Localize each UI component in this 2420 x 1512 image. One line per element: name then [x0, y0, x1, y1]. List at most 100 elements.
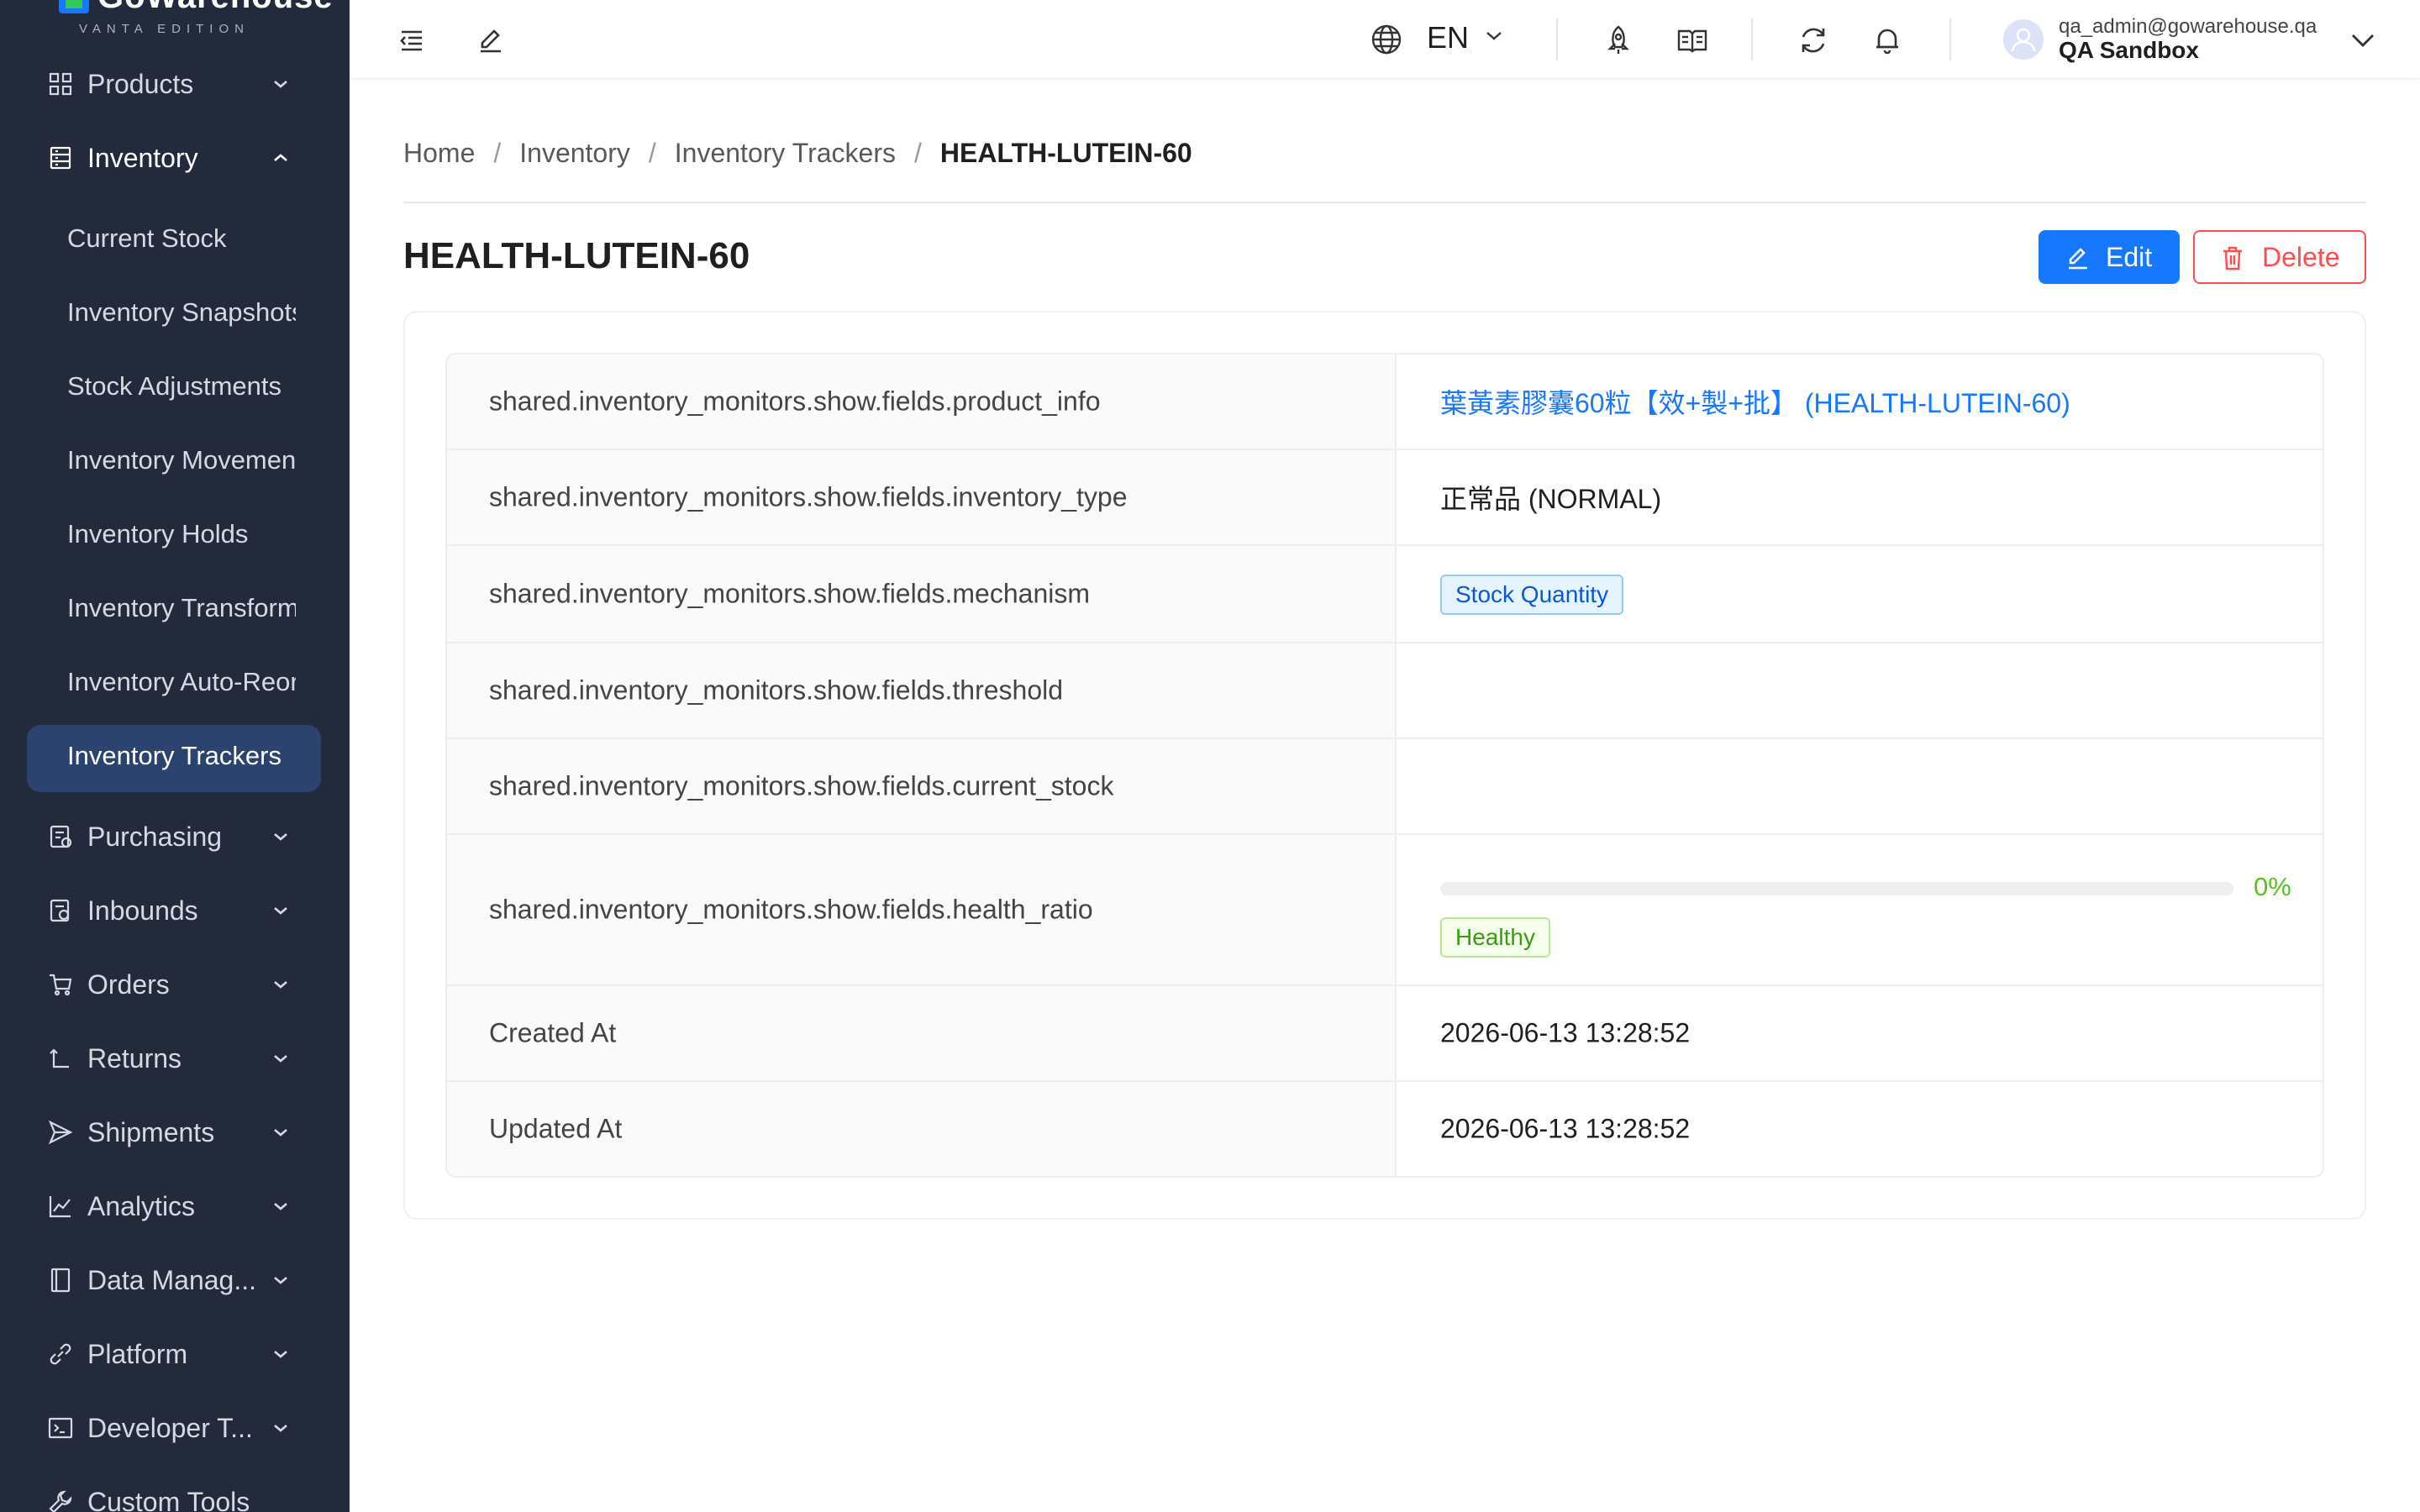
chevron-down-icon[interactable]	[2346, 23, 2380, 56]
sidebar-subitem-inventory-trackers[interactable]: Inventory Trackers	[0, 719, 350, 793]
sidebar-item-label: Inbounds	[87, 895, 198, 926]
detail-label: shared.inventory_monitors.show.fields.pr…	[489, 386, 1101, 417]
detail-value-cell: 正常品 (NORMAL)	[1398, 450, 2323, 544]
breadcrumb-current: HEALTH-LUTEIN-60	[939, 138, 1192, 168]
sidebar-item-analytics[interactable]: Analytics	[0, 1169, 350, 1243]
chevron-up-icon	[274, 154, 287, 161]
sidebar-subitem-inventory-transformations[interactable]: Inventory Transformations	[0, 571, 350, 645]
sidebar-item-shipments[interactable]: Shipments	[0, 1095, 350, 1169]
user-avatar[interactable]	[2003, 19, 2044, 60]
menu-fold-icon[interactable]	[395, 24, 429, 57]
bell-icon[interactable]	[1870, 24, 1904, 57]
terminal-icon	[48, 1417, 73, 1439]
detail-row-product-info: shared.inventory_monitors.show.fields.pr…	[447, 354, 2323, 450]
chevron-down-icon	[274, 1203, 287, 1210]
brand-logo[interactable]: GoWarehouse VANTA EDITION	[54, 0, 333, 37]
sidebar-subitem-label: Inventory Transformations	[67, 593, 296, 622]
detail-row-threshold: shared.inventory_monitors.show.fields.th…	[447, 643, 2323, 739]
detail-label-cell: shared.inventory_monitors.show.fields.me…	[447, 546, 1397, 642]
divider	[1751, 18, 1753, 60]
detail-value-cell: 0% Healthy	[1398, 835, 2323, 984]
sidebar-subitem-current-stock[interactable]: Current Stock	[0, 202, 350, 276]
sidebar-item-label: Developer T...	[87, 1413, 253, 1443]
breadcrumb-separator: /	[913, 138, 922, 168]
book-open-icon[interactable]	[1676, 24, 1709, 57]
rocket-icon[interactable]	[1602, 24, 1635, 57]
book-icon	[50, 1268, 71, 1293]
edit-button[interactable]: Edit	[2039, 230, 2180, 284]
edit-icon[interactable]	[474, 24, 508, 57]
breadcrumb-inventory[interactable]: Inventory	[519, 138, 630, 169]
detail-value: 2026-06-13 13:28:52	[1440, 1113, 1691, 1144]
detail-label-cell: Created At	[447, 986, 1397, 1080]
breadcrumb-separator: /	[648, 138, 656, 168]
sidebar-item-platform[interactable]: Platform	[0, 1317, 350, 1391]
sidebar-item-label: Returns	[87, 1043, 182, 1074]
inventory-icon	[50, 146, 71, 170]
sidebar-subitem-inventory-auto-reorder[interactable]: Inventory Auto-Reorder	[0, 645, 350, 719]
detail-label: Created At	[489, 1017, 617, 1048]
refresh-icon[interactable]	[1797, 24, 1830, 57]
sidebar-item-label: Data Manag...	[87, 1265, 256, 1295]
delete-button-label: Delete	[2262, 242, 2340, 272]
sidebar-item-label: Purchasing	[87, 822, 223, 852]
language-selector[interactable]: EN	[1427, 20, 1469, 55]
sidebar-item-custom-tools[interactable]: Custom Tools	[0, 1465, 350, 1512]
sidebar-subitem-stock-adjustments[interactable]: Stock Adjustments	[0, 349, 350, 423]
product-link[interactable]: 葉黃素膠囊60粒【效+製+批】 (HEALTH-LUTEIN-60)	[1440, 382, 2070, 421]
chevron-down-icon	[274, 907, 287, 915]
organization-name[interactable]: QA Sandbox	[2059, 37, 2199, 64]
sidebar-subitem-label: Inventory Holds	[67, 519, 249, 549]
user-email[interactable]: qa_admin@gowarehouse.qa	[2059, 15, 2317, 39]
sidebar-subitem-label: Inventory Auto-Reorder	[67, 667, 296, 696]
link-icon	[50, 1343, 71, 1365]
sidebar-item-inventory[interactable]: Inventory	[0, 121, 350, 195]
sidebar-subitem-label: Inventory Trackers	[67, 741, 281, 770]
sidebar-item-label: Analytics	[87, 1191, 196, 1221]
sidebar-item-inbounds[interactable]: Inbounds	[0, 874, 350, 948]
detail-value-cell: Stock Quantity	[1398, 546, 2323, 642]
sidebar-item-label: Shipments	[87, 1117, 215, 1147]
health-progress-bar	[1440, 882, 2233, 895]
globe-icon[interactable]	[1370, 23, 1403, 56]
detail-label-cell: Updated At	[447, 1082, 1397, 1176]
detail-value-cell: 葉黃素膠囊60粒【效+製+批】 (HEALTH-LUTEIN-60)	[1398, 354, 2323, 449]
delete-button[interactable]: Delete	[2193, 230, 2366, 284]
detail-value-cell	[1398, 643, 2323, 738]
send-icon	[48, 1120, 73, 1145]
sidebar-subitem-inventory-holds[interactable]: Inventory Holds	[0, 497, 350, 571]
detail-label: shared.inventory_monitors.show.fields.he…	[489, 894, 1093, 925]
chevron-down-icon[interactable]	[1482, 24, 1506, 47]
sidebar-item-purchasing[interactable]: Purchasing	[0, 800, 350, 874]
sidebar-item-data-management[interactable]: Data Manag...	[0, 1243, 350, 1317]
user-icon	[2011, 28, 2036, 52]
sidebar-item-returns[interactable]: Returns	[0, 1021, 350, 1095]
health-status-tag: Healthy	[1440, 917, 1550, 958]
detail-row-current-stock: shared.inventory_monitors.show.fields.cu…	[447, 739, 2323, 835]
sidebar-item-developer-tools[interactable]: Developer T...	[0, 1391, 350, 1465]
sidebar-item-orders[interactable]: Orders	[0, 948, 350, 1021]
inbounds-icon	[50, 899, 70, 922]
sidebar-item-products[interactable]: Products	[0, 47, 350, 121]
detail-row-created-at: Created At 2026-06-13 13:28:52	[447, 986, 2323, 1082]
breadcrumb: Home / Inventory / Inventory Trackers / HEALTH…	[403, 138, 1192, 169]
sidebar: GoWarehouse VANTA EDITION Products Inven…	[0, 0, 350, 1512]
detail-label-cell: shared.inventory_monitors.show.fields.cu…	[447, 739, 1397, 833]
detail-value-cell: 2026-06-13 13:28:52	[1398, 1082, 2323, 1176]
tool-icon	[49, 1490, 72, 1512]
detail-label-cell: shared.inventory_monitors.show.fields.pr…	[447, 354, 1397, 449]
detail-label-cell: shared.inventory_monitors.show.fields.he…	[447, 835, 1397, 984]
sidebar-subitem-inventory-movements[interactable]: Inventory Movements	[0, 423, 350, 497]
detail-value: 正常品 (NORMAL)	[1440, 484, 1662, 514]
brand-name: GoWarehouse	[97, 0, 334, 16]
breadcrumb-home[interactable]: Home	[403, 138, 475, 169]
detail-value-cell	[1398, 739, 2323, 833]
detail-label-cell: shared.inventory_monitors.show.fields.in…	[447, 450, 1397, 544]
sidebar-subitem-inventory-snapshots[interactable]: Inventory Snapshots	[0, 276, 350, 349]
detail-value-cell: 2026-06-13 13:28:52	[1398, 986, 2323, 1080]
sidebar-item-label: Products	[87, 69, 194, 99]
sidebar-subitem-label: Stock Adjustments	[67, 371, 282, 401]
chevron-down-icon	[274, 1351, 287, 1358]
breadcrumb-inventory-trackers[interactable]: Inventory Trackers	[675, 138, 896, 169]
edit-icon	[2069, 248, 2087, 270]
